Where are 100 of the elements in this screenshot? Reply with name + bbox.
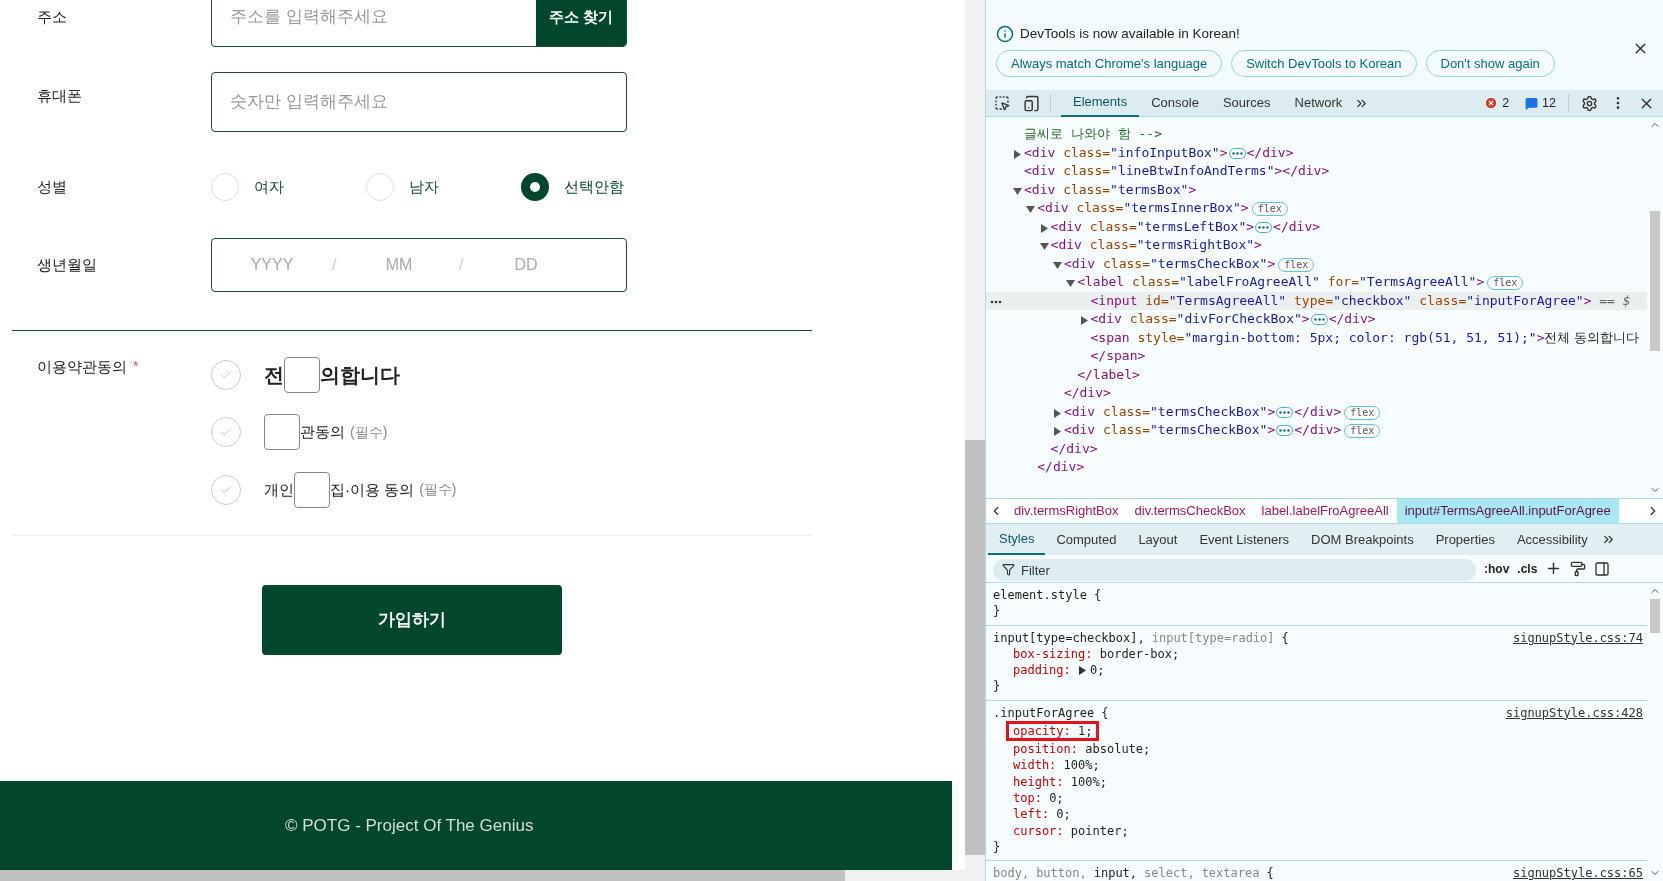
filter-field[interactable]: Filter <box>993 559 1476 581</box>
radio-button[interactable] <box>521 173 549 201</box>
devtools-tab[interactable]: Sources <box>1210 89 1283 117</box>
phone-field[interactable]: 숫자만 입력해주세요 <box>211 72 627 132</box>
collapsed-arrow-icon[interactable] <box>1052 427 1062 436</box>
address-field[interactable]: 주소를 입력해주세요 주소 찾기 <box>211 0 627 47</box>
dom-node[interactable]: <label class="labelFroAgreeAll" for="TermsAgreeAll"> <box>1077 274 1485 289</box>
dom-node[interactable]: <div class="termsInnerBox"> <box>1037 200 1249 215</box>
date-separator: / <box>332 255 338 275</box>
closing-tag[interactable]: </div> <box>1063 385 1111 400</box>
expanded-arrow-icon[interactable] <box>1013 186 1022 196</box>
css-declaration[interactable]: cursor: pointer; <box>1013 822 1129 839</box>
dom-node[interactable]: <div class="infoInputBox"> </div> <box>1024 144 1294 160</box>
banner-message: DevTools is now available in Korean! <box>1020 25 1240 43</box>
expand-arrow-icon[interactable] <box>1078 666 1087 676</box>
breadcrumb[interactable]: div.termsCheckBox <box>1126 499 1254 523</box>
checkbox[interactable] <box>284 356 320 393</box>
collapsed-arrow-icon[interactable] <box>1013 149 1022 159</box>
message-count[interactable]: 12 <box>1542 93 1556 113</box>
stylesheet-link[interactable]: signupStyle.css:428 <box>1505 704 1643 722</box>
terms-label: 개인 <box>264 479 294 500</box>
collapsed-arrow-icon[interactable] <box>1079 316 1089 325</box>
dom-node[interactable]: <div class="termsCheckBox"> </div> <box>1063 403 1342 419</box>
dom-node[interactable]: <input id="TermsAgreeAll" type="checkbox" class="inputForAgree"> == $ <box>1090 292 1631 308</box>
closing-tag[interactable]: </label> <box>1077 366 1140 382</box>
scrollbar-thumb[interactable] <box>965 440 985 855</box>
selected-row[interactable]: <input id="TermsAgreeAll" type="checkbox" class="inputForAgree"> == $ <box>986 291 1647 310</box>
flex-badge[interactable]: flex <box>1344 405 1381 420</box>
styles-pane-tab[interactable]: Event Listeners <box>1188 524 1301 555</box>
checkbox[interactable] <box>264 414 300 451</box>
vertical-scrollbar[interactable] <box>965 0 985 881</box>
expanded-arrow-icon[interactable] <box>1039 242 1049 251</box>
breadcrumb[interactable]: input#TermsAgreeAll.inputForAgree <box>1396 499 1619 523</box>
message-icon <box>1525 96 1539 110</box>
breadcrumb[interactable]: div.termsRightBox <box>1006 499 1127 523</box>
styles-pane-tab[interactable]: Computed <box>1045 524 1128 555</box>
settings-icon[interactable] <box>1581 94 1598 112</box>
expanded-arrow-icon[interactable] <box>1026 205 1036 214</box>
flex-badge[interactable]: flex <box>1278 257 1315 272</box>
style-toolbar-button[interactable]: :hov <box>1484 559 1510 578</box>
checkbox[interactable] <box>294 472 330 508</box>
stylesheet-link[interactable]: signupStyle.css:65 <box>1512 865 1643 881</box>
css-declaration[interactable]: top: 0; <box>1013 789 1064 807</box>
ellipsis-icon[interactable] <box>1276 425 1294 436</box>
sidebar-toggle-icon[interactable] <box>1594 560 1611 577</box>
error-count[interactable]: 2 <box>1502 93 1510 113</box>
css-declaration[interactable]: height: 100%; <box>1013 773 1107 790</box>
inspect-icon[interactable] <box>994 95 1010 111</box>
date-part-input[interactable]: DD <box>466 253 586 277</box>
device-toggle-icon[interactable] <box>1023 94 1040 112</box>
styles-pane-tab[interactable]: Properties <box>1424 524 1506 555</box>
stylesheet-link[interactable]: signupStyle.css:74 <box>1512 629 1643 646</box>
styles-pane-tab[interactable]: DOM Breakpoints <box>1300 524 1425 555</box>
dom-node[interactable]: <span style="margin-bottom: 5px; color: rgb(51, 51, 51);">전체 동의합니다 </span> <box>1090 328 1643 366</box>
ellipsis-icon[interactable] <box>1276 406 1294 418</box>
dom-node[interactable]: <div class="termsLeftBox"> </div> <box>1050 218 1321 234</box>
collapsed-arrow-icon[interactable] <box>1052 408 1062 418</box>
devtools-tab[interactable]: Console <box>1139 89 1211 117</box>
dom-node[interactable]: <div class="termsRightBox"> <box>1050 237 1262 252</box>
css-declaration[interactable]: position: absolute; <box>1013 741 1151 758</box>
ellipsis-icon[interactable] <box>1310 314 1328 325</box>
styles-pane-tab[interactable]: Accessibility <box>1505 524 1599 555</box>
ellipsis-icon[interactable] <box>1255 221 1273 233</box>
dom-node[interactable]: <div class="lineBtwInfoAndTerms"></div> <box>1024 163 1330 178</box>
date-part-input[interactable]: MM <box>339 253 459 277</box>
css-declaration[interactable]: opacity: 1; <box>1006 721 1100 742</box>
dom-node[interactable]: <div class="termsCheckBox"> <box>1063 255 1276 271</box>
flex-badge[interactable]: flex <box>1487 276 1524 290</box>
devtools-tab[interactable]: Elements <box>1061 89 1140 117</box>
styles-pane-tab[interactable]: Layout <box>1127 524 1189 555</box>
expanded-arrow-icon[interactable] <box>1052 260 1062 270</box>
closing-tag[interactable]: </div> <box>1050 440 1098 456</box>
flex-badge[interactable]: flex <box>1251 202 1288 216</box>
scrollbar-thumb[interactable] <box>1650 211 1660 351</box>
dom-node[interactable]: <div class="termsCheckBox"> </div> <box>1063 422 1342 437</box>
dom-node[interactable]: <div class="termsBox"> <box>1024 181 1197 197</box>
css-selector: textarea <box>1201 865 1260 881</box>
devtools-tab[interactable]: Network <box>1282 89 1355 117</box>
required-note: (필수) <box>419 480 457 500</box>
scrollbar-thumb[interactable] <box>1650 599 1660 633</box>
required-mark: * <box>133 357 139 376</box>
css-declaration[interactable]: padding: 0; <box>1013 662 1105 679</box>
dom-node[interactable]: <div class="divForCheckBox"> </div> <box>1090 311 1376 326</box>
radio-label: 여자 <box>254 176 284 197</box>
address-search-button[interactable]: 주소 찾기 <box>536 0 626 46</box>
styles-pane-tab[interactable]: Styles <box>988 524 1046 555</box>
collapsed-arrow-icon[interactable] <box>1039 223 1049 233</box>
css-declaration[interactable]: width: 100%; <box>1013 757 1100 774</box>
ellipsis-icon[interactable] <box>1228 147 1246 159</box>
css-declaration[interactable]: left: 0; <box>1013 806 1071 823</box>
signup-button[interactable]: 가입하기 <box>262 584 562 655</box>
more-icon[interactable] <box>990 299 1002 304</box>
css-declaration[interactable]: box-sizing: border-box; <box>1013 645 1180 663</box>
closing-tag[interactable]: </div> <box>1037 459 1085 474</box>
style-toolbar-button[interactable]: .cls <box>1517 559 1538 578</box>
flex-badge[interactable]: flex <box>1344 424 1381 438</box>
date-part-input[interactable]: YYYY <box>212 253 332 277</box>
expanded-arrow-icon[interactable] <box>1066 279 1076 288</box>
paint-roller-icon[interactable] <box>1570 560 1587 577</box>
breadcrumb[interactable]: label.labelFroAgreeAll <box>1253 499 1397 523</box>
